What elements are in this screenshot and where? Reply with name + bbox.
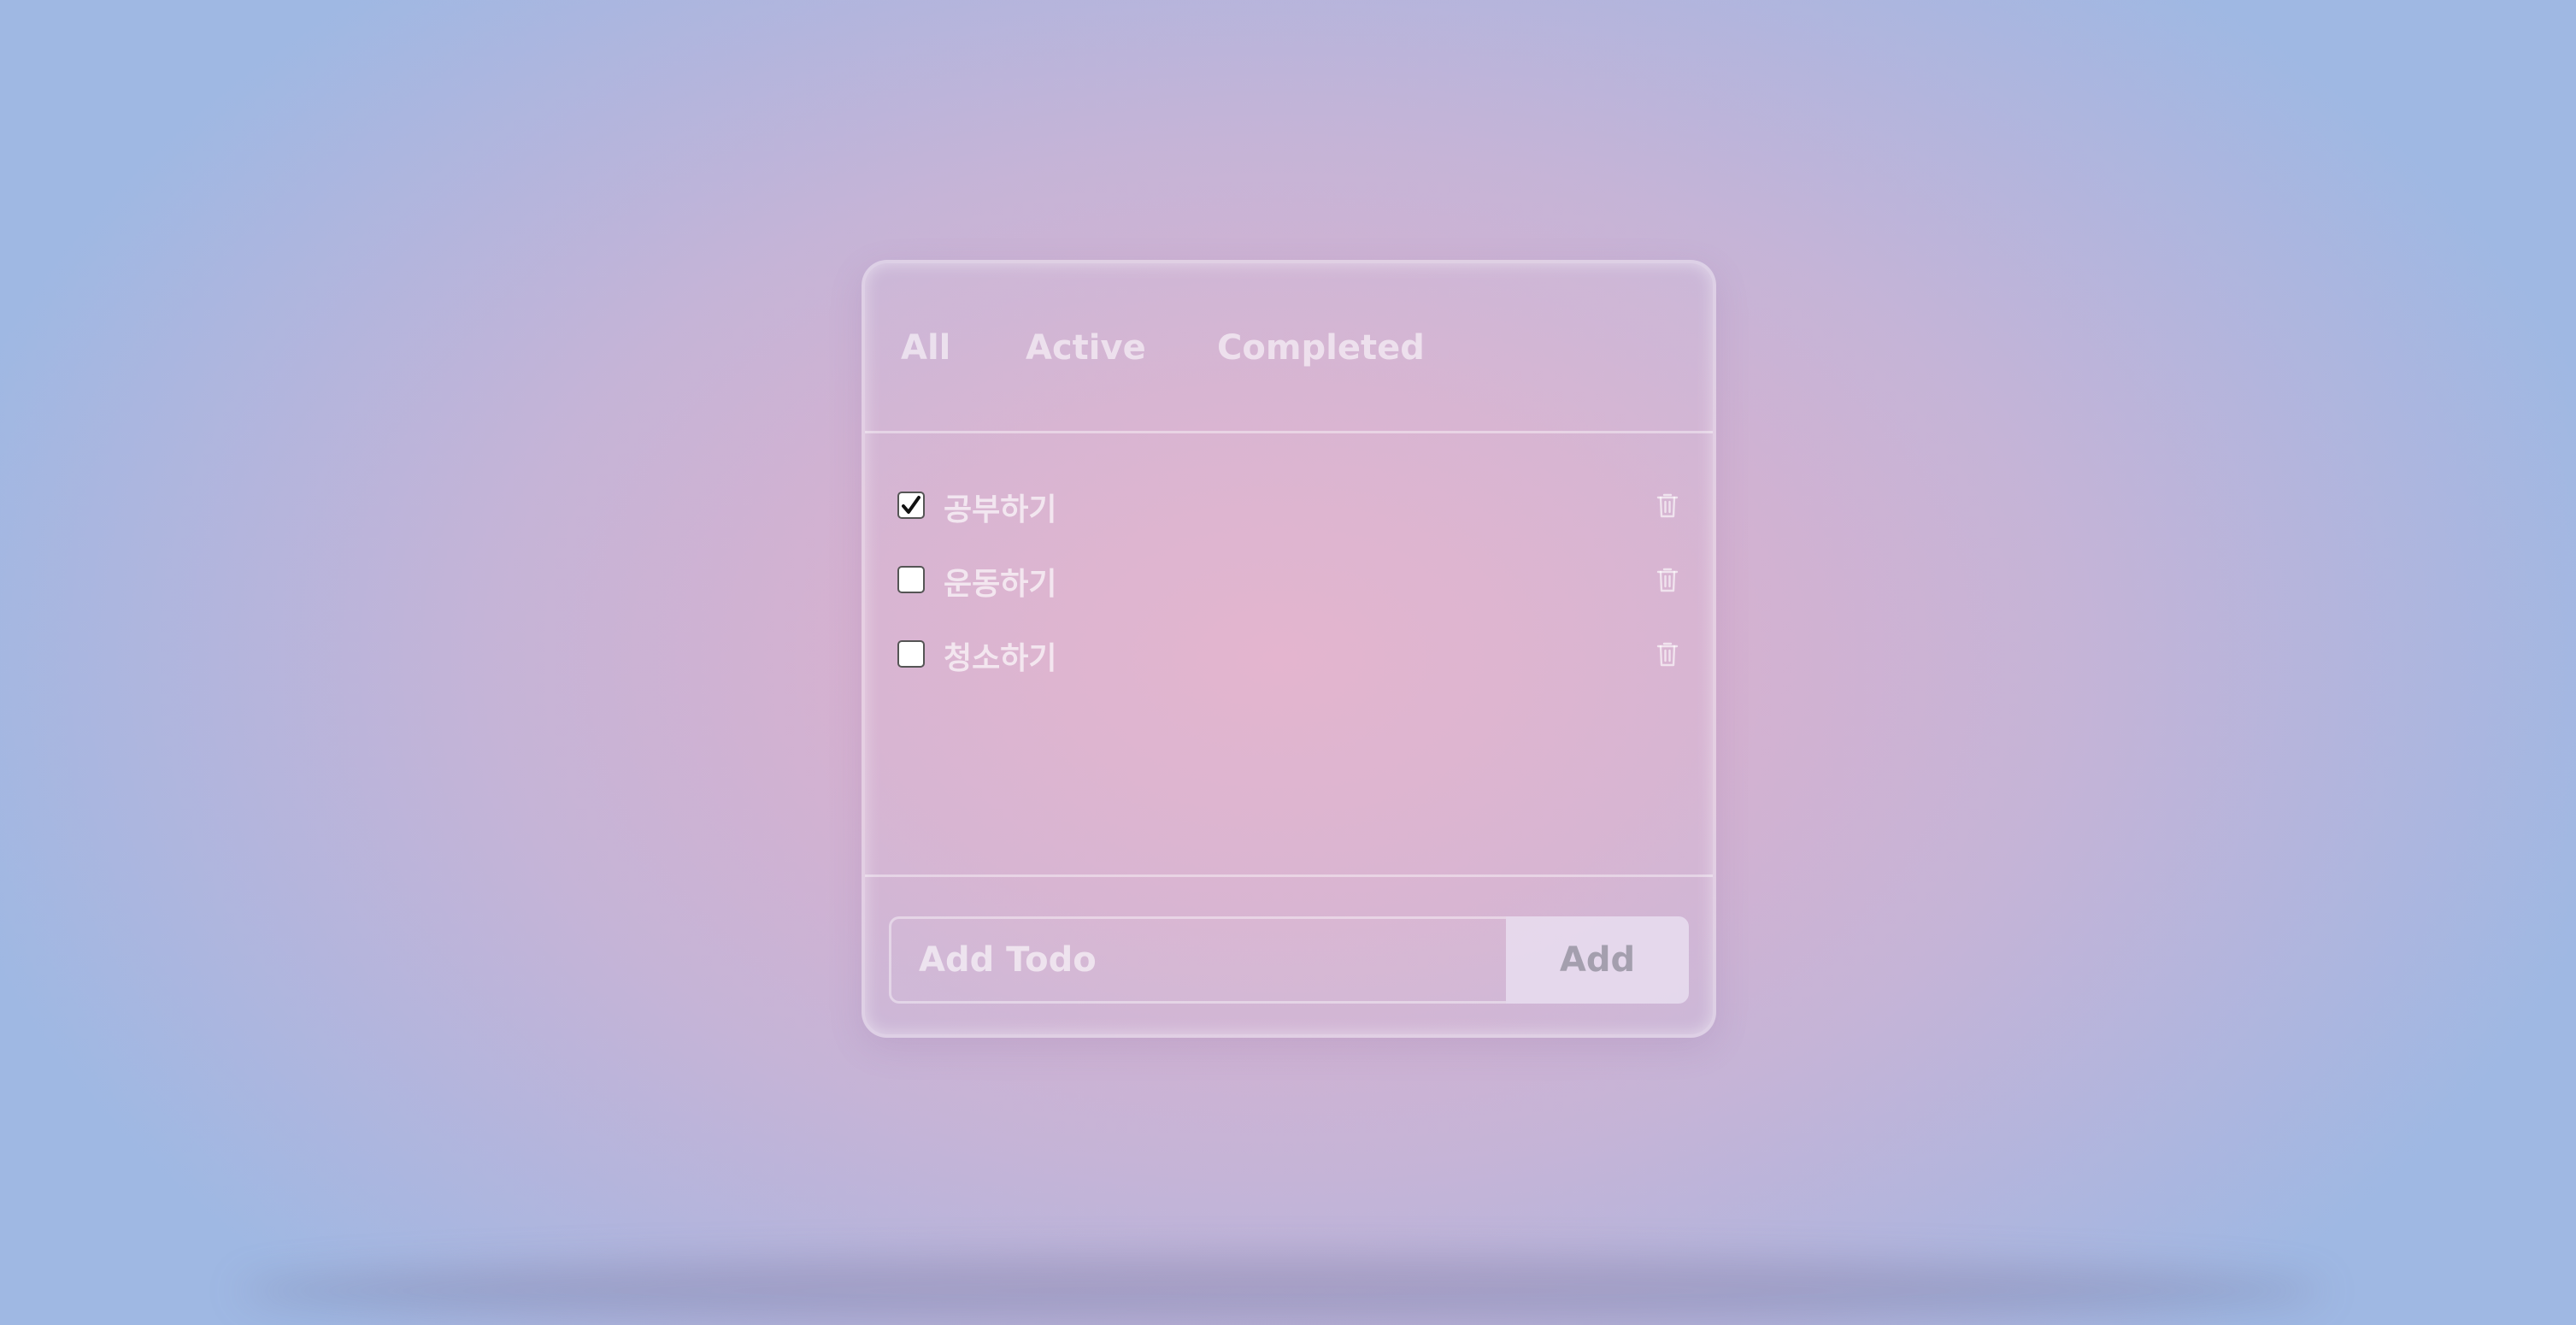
filter-tabs: All Active Completed: [865, 263, 1713, 433]
trash-icon[interactable]: [1656, 640, 1679, 668]
tab-completed[interactable]: Completed: [1217, 328, 1425, 368]
tab-active[interactable]: Active: [1026, 328, 1146, 368]
add-todo-input[interactable]: [889, 916, 1506, 1004]
todo-item: 공부하기: [865, 469, 1713, 544]
check-icon: [902, 496, 920, 514]
todo-text: 청소하기: [944, 641, 1057, 676]
todo-checkbox[interactable]: [897, 566, 925, 593]
background-shadow: [239, 1257, 2325, 1325]
trash-icon[interactable]: [1656, 566, 1679, 593]
add-button[interactable]: Add: [1506, 916, 1689, 1004]
todo-card: All Active Completed 공부하기 운동하기 청소하기 Add …: [862, 260, 1716, 1038]
add-todo-form: Add: [865, 874, 1713, 1034]
todo-item: 청소하기: [865, 618, 1713, 692]
todo-list: 공부하기 운동하기 청소하기: [865, 433, 1713, 874]
tab-all[interactable]: All: [901, 328, 950, 368]
todo-text: 운동하기: [944, 567, 1057, 602]
todo-text: 공부하기: [944, 492, 1057, 527]
todo-checkbox[interactable]: [897, 640, 925, 668]
todo-item: 운동하기: [865, 544, 1713, 618]
todo-checkbox[interactable]: [897, 492, 925, 519]
trash-icon[interactable]: [1656, 492, 1679, 519]
